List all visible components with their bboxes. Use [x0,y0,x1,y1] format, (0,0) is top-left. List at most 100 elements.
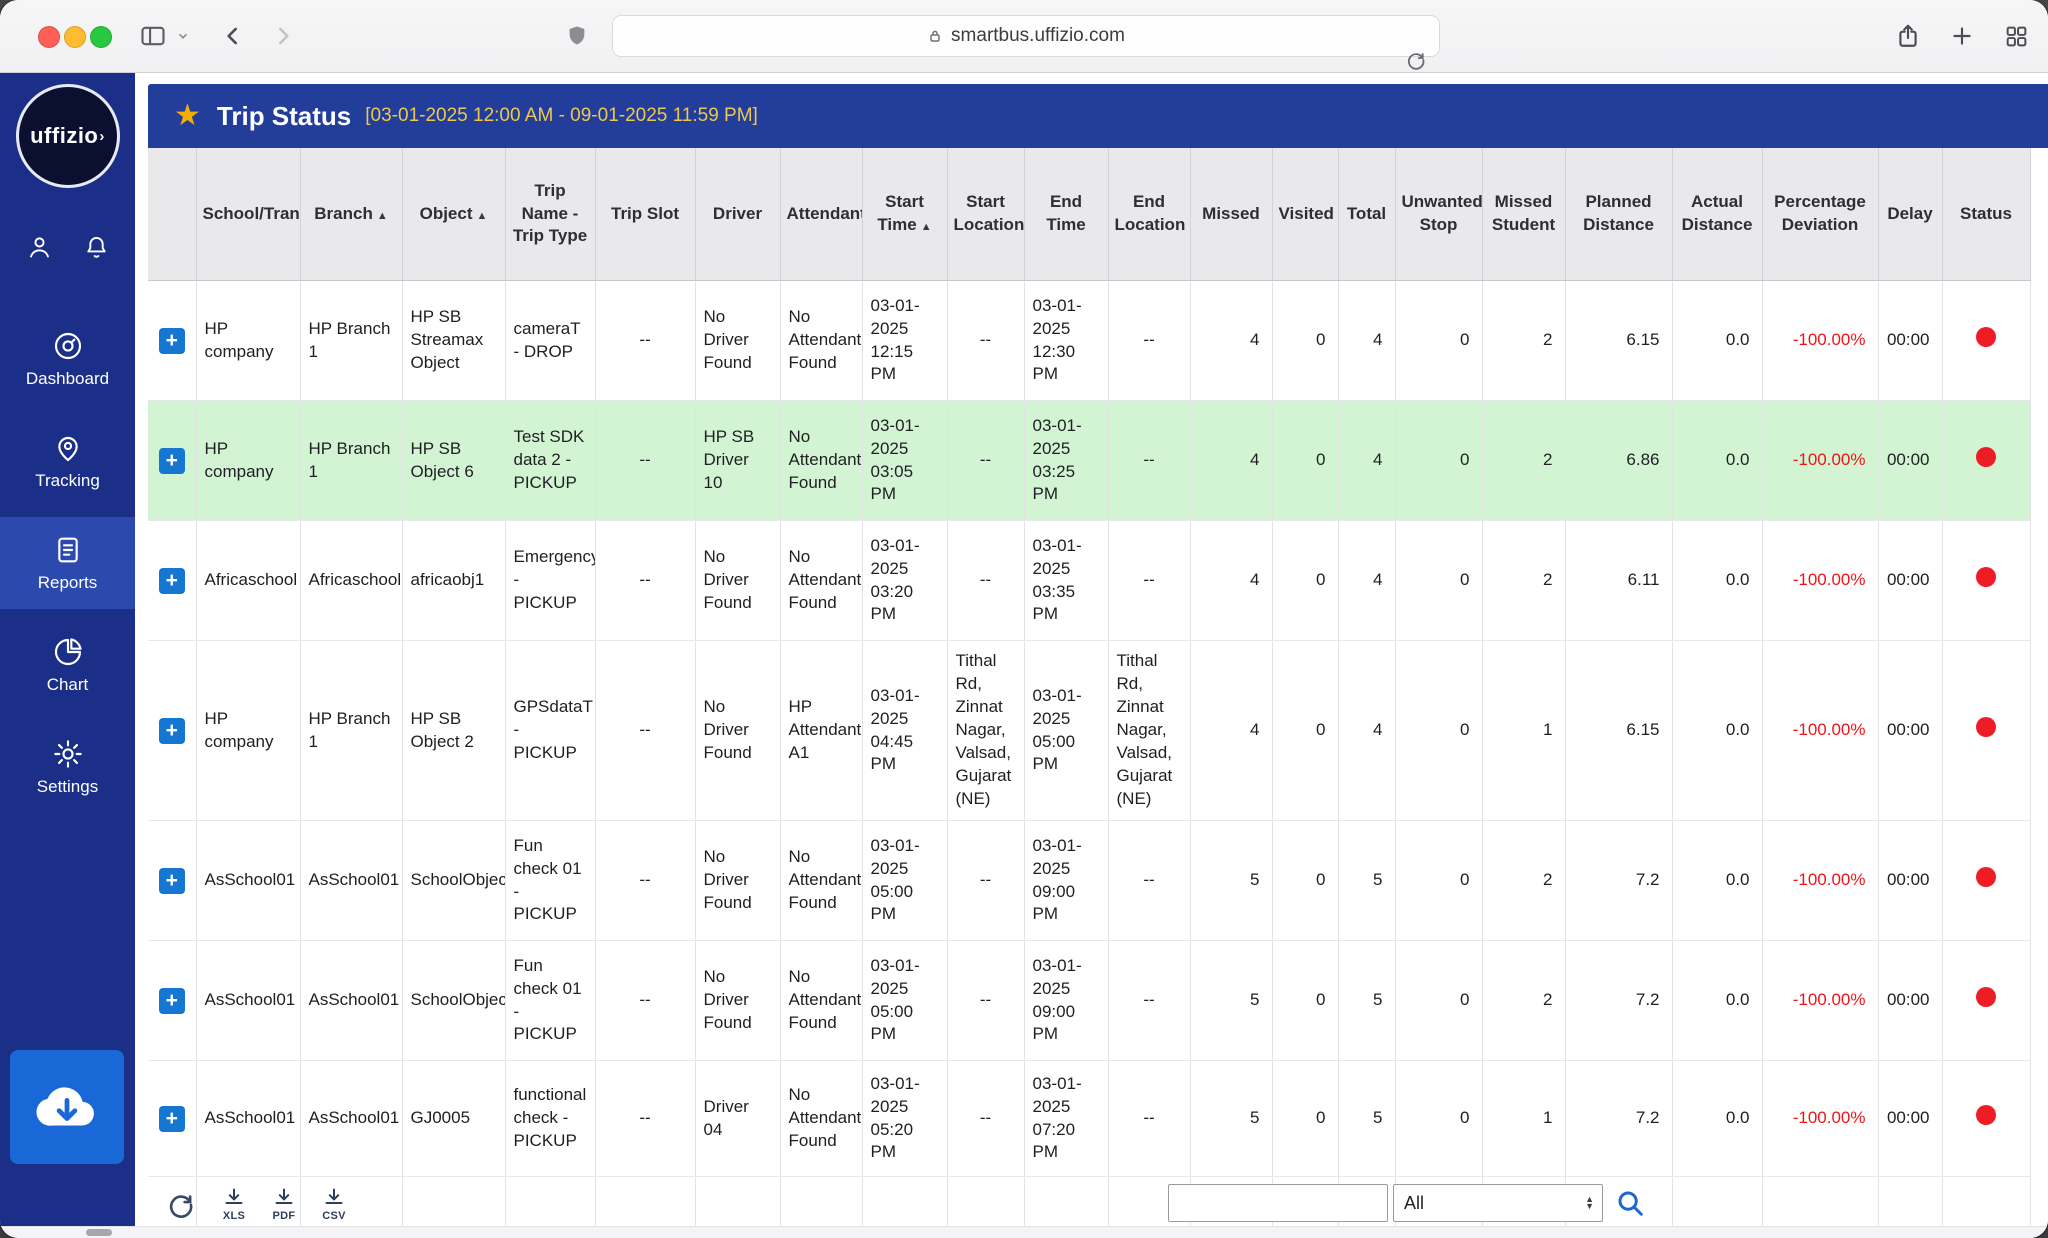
search-icon [1615,1188,1645,1218]
col-header-end_time: End Time [1024,148,1108,281]
cell-end_time: 03-01-2025 12:30 PM [1024,281,1108,401]
app-frame: uffizio› Dashboard Tracking [0,72,2048,1238]
cell-driver: No Driver Found [695,941,780,1061]
cell-status [1942,1061,2030,1177]
table-row[interactable]: +AfricaschoolAfricaschoolafricaobj1Emerg… [148,521,2030,641]
sidebar-item-label: Chart [0,675,135,695]
refresh-button[interactable] [166,1190,196,1220]
new-tab-button[interactable] [1946,0,1978,72]
cell-start_time: 03-01-2025 03:05 PM [862,401,947,521]
table-row[interactable]: +HP companyHP Branch 1HP SB Object 2GPSd… [148,641,2030,821]
col-header-end_location: End Location [1108,148,1190,281]
cell-status [1942,281,2030,401]
expand-row-button[interactable]: + [159,1106,185,1132]
select-arrows-icon: ▲▼ [1585,1196,1594,1210]
col-header-object[interactable]: Object▲ [402,148,505,281]
cell-trip_slot: -- [595,941,695,1061]
sidebar: uffizio› Dashboard Tracking [0,72,135,1238]
cell-visited: 0 [1272,641,1338,821]
expand-row-button[interactable]: + [159,448,185,474]
cell-planned_distance: 7.2 [1565,821,1672,941]
cell-missed_student: 2 [1482,401,1565,521]
cell-branch: HP Branch 1 [300,641,402,821]
uffizio-logo[interactable]: uffizio› [16,84,120,188]
chevron-down-icon[interactable] [174,0,192,72]
table-row[interactable]: +HP companyHP Branch 1HP SB Streamax Obj… [148,281,2030,401]
cell-start_time: 03-01-2025 03:20 PM [862,521,947,641]
cell-end_time: 03-01-2025 09:00 PM [1024,821,1108,941]
cell-attendant: HP Attendant A1 [780,641,862,821]
browser-window: smartbus.uffizio.com uffizio› [0,0,2048,1238]
cell-trip_name: GPSdataT - PICKUP [505,641,595,821]
cell-school: Africaschool [196,521,300,641]
expand-row-button[interactable]: + [159,868,185,894]
dashboard-icon [52,330,84,362]
page-header: ★ Trip Status [03-01-2025 12:00 AM - 09-… [148,84,2048,148]
col-header-branch[interactable]: Branch▲ [300,148,402,281]
sidebar-item-settings[interactable]: Settings [0,721,135,813]
col-header-school[interactable]: School/Transporter▲ [196,148,300,281]
favorite-star-icon[interactable]: ★ [174,101,201,131]
col-header-status: Status [1942,148,2030,281]
sidebar-item-tracking[interactable]: Tracking [0,415,135,507]
cell-visited: 0 [1272,941,1338,1061]
export-pdf-button[interactable]: PDF [272,1187,296,1222]
expand-row-button[interactable]: + [159,718,185,744]
expand-row-button[interactable]: + [159,328,185,354]
horizontal-scrollbar-thumb[interactable] [86,1229,112,1236]
table-row[interactable]: +AsSchool01AsSchool01GJ0005functional ch… [148,1061,2030,1177]
cell-attendant: No Attendant Found [780,401,862,521]
table-row[interactable]: +AsSchool01AsSchool01SchoolObjectFun che… [148,821,2030,941]
col-header-delay: Delay [1878,148,1942,281]
cell-missed_student: 2 [1482,821,1565,941]
table-row[interactable]: +AsSchool01AsSchool01SchoolObjectFun che… [148,941,2030,1061]
records-filter-select[interactable]: All ▲▼ [1393,1184,1603,1222]
cell-delay: 00:00 [1878,281,1942,401]
cloud-download-button[interactable] [10,1050,124,1164]
col-header-start_location: Start Location [947,148,1024,281]
cell-total: 4 [1338,521,1395,641]
cell-trip_name: Test SDK data 2 - PICKUP [505,401,595,521]
reload-button[interactable] [1403,24,1429,96]
cell-delay: 00:00 [1878,401,1942,521]
sidebar-item-chart[interactable]: Chart [0,619,135,711]
table-row[interactable]: +HP companyHP Branch 1HP SB Object 6Test… [148,401,2030,521]
cell-branch: AsSchool01 [300,941,402,1061]
cell-start_location: -- [947,821,1024,941]
expand-row-button[interactable]: + [159,568,185,594]
cell-object: HP SB Object 2 [402,641,505,821]
tab-overview-button[interactable] [2000,0,2032,72]
cell-planned_distance: 7.2 [1565,1061,1672,1177]
zoom-window-button[interactable] [90,26,112,48]
address-bar[interactable]: smartbus.uffizio.com [612,15,1440,57]
sidebar-item-dashboard[interactable]: Dashboard [0,313,135,405]
cell-branch: AsSchool01 [300,821,402,941]
search-button[interactable] [1615,1188,1645,1218]
col-header-start_time[interactable]: Start Time▲ [862,148,947,281]
close-window-button[interactable] [38,26,60,48]
cell-end_location: -- [1108,821,1190,941]
cell-unwanted_stop: 0 [1395,281,1482,401]
cell-planned_distance: 6.86 [1565,401,1672,521]
minimize-window-button[interactable] [64,26,86,48]
cell-end_location: -- [1108,521,1190,641]
back-button[interactable] [218,0,248,72]
share-button[interactable] [1892,0,1924,72]
sidebar-item-reports[interactable]: Reports [0,517,135,609]
export-csv-button[interactable]: CSV [322,1187,346,1222]
col-header-driver: Driver [695,148,780,281]
cell-trip_slot: -- [595,521,695,641]
trip-status-table: School/Transporter▲Branch▲Object▲Trip Na… [148,148,2031,1238]
expand-row-button[interactable]: + [159,988,185,1014]
user-icon[interactable] [26,234,53,261]
export-xls-button[interactable]: XLS [222,1187,246,1222]
pie-chart-icon [52,636,84,668]
cell-expand: + [148,1061,196,1177]
table-search-input[interactable] [1168,1184,1388,1222]
cell-missed_student: 2 [1482,281,1565,401]
privacy-shield-icon[interactable] [562,0,592,72]
forward-button[interactable] [268,0,298,72]
notifications-bell-icon[interactable] [83,234,110,261]
col-header-missed: Missed [1190,148,1272,281]
sidebar-toggle-button[interactable] [138,0,168,72]
